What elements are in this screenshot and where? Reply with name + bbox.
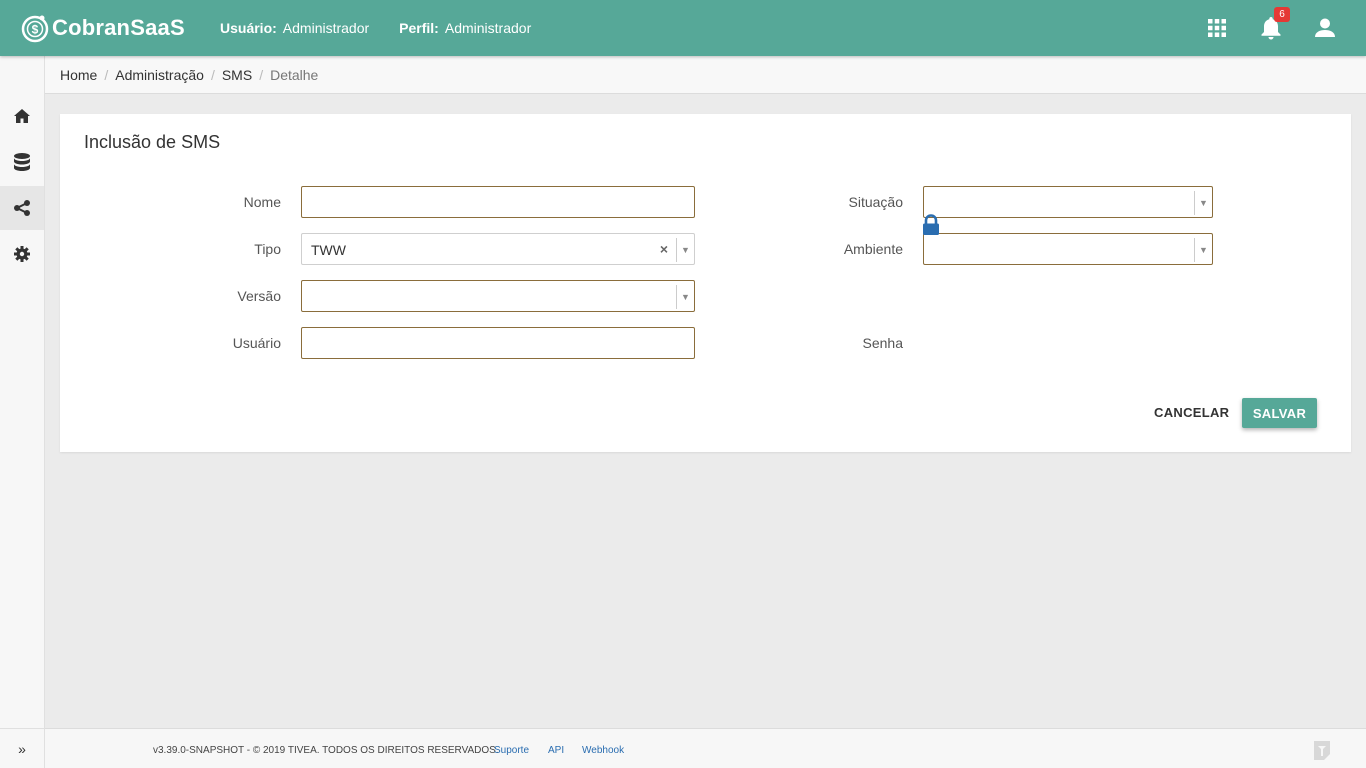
- sidebar-item-settings[interactable]: [0, 232, 44, 276]
- cancel-button[interactable]: CANCELAR: [1142, 397, 1241, 427]
- tipo-select[interactable]: TWW × ▼: [301, 233, 695, 265]
- usuario-field-wrapper: [301, 327, 695, 359]
- footer-link-suporte[interactable]: Suporte: [494, 745, 529, 756]
- user-value: Administrador: [282, 20, 370, 36]
- gear-icon: [14, 246, 30, 262]
- page-title: Inclusão de SMS: [84, 132, 221, 152]
- versao-label: Versão: [237, 288, 281, 304]
- notification-count-badge: 6: [1274, 7, 1290, 22]
- lock-icon[interactable]: [921, 214, 941, 236]
- footer: v3.39.0-SNAPSHOT - © 2019 TIVEA. TODOS O…: [45, 728, 1366, 768]
- app-logo[interactable]: $ CobranSaaS: [20, 12, 185, 44]
- nome-field-wrapper: [301, 186, 695, 218]
- ambiente-select[interactable]: ▼: [923, 233, 1213, 265]
- breadcrumb-home[interactable]: Home: [60, 67, 97, 83]
- breadcrumb-separator: /: [259, 66, 264, 83]
- user-label: Usuário:: [220, 20, 277, 36]
- user-info: Usuário: Administrador Perfil: Administrad…: [220, 20, 531, 36]
- sidebar-item-home[interactable]: [0, 94, 44, 138]
- breadcrumb-administracao[interactable]: Administração: [115, 67, 204, 83]
- nome-label: Nome: [243, 194, 281, 210]
- usuario-label: Usuário: [232, 335, 281, 351]
- user-icon: [1315, 18, 1335, 37]
- tipo-clear-icon[interactable]: ×: [660, 241, 668, 257]
- tivea-logo-icon: [1314, 741, 1330, 760]
- breadcrumb: Home / Administração / SMS / Detalhe: [45, 56, 1366, 94]
- home-icon: [14, 109, 30, 123]
- ambiente-label: Ambiente: [843, 241, 903, 257]
- sidebar-item-share[interactable]: [0, 186, 44, 230]
- breadcrumb-separator: /: [104, 66, 109, 83]
- user-menu-button[interactable]: [1311, 14, 1339, 42]
- apps-grid-button[interactable]: [1203, 14, 1231, 42]
- sidebar: »: [0, 56, 45, 768]
- breadcrumb-detalhe: Detalhe: [270, 66, 319, 83]
- footer-link-webhook[interactable]: Webhook: [582, 745, 624, 756]
- breadcrumb-sms[interactable]: SMS: [222, 67, 252, 83]
- profile-value: Administrador: [444, 20, 532, 36]
- footer-copyright: v3.39.0-SNAPSHOT - © 2019 TIVEA. TODOS O…: [153, 745, 499, 756]
- tipo-selected-value: TWW: [311, 242, 346, 258]
- logo-coin-icon: $: [21, 15, 49, 43]
- breadcrumb-separator: /: [210, 66, 215, 83]
- share-icon: [14, 200, 30, 216]
- user-info-user: Usuário: Administrador: [220, 20, 369, 36]
- chevron-down-icon[interactable]: ▼: [676, 285, 694, 309]
- apps-grid-icon: [1208, 19, 1226, 37]
- sidebar-item-database[interactable]: [0, 140, 44, 184]
- save-button[interactable]: SALVAR: [1242, 398, 1317, 428]
- tipo-label: Tipo: [254, 241, 281, 257]
- sms-form-card: Inclusão de SMS Nome Tipo TWW × ▼ Versão…: [60, 114, 1351, 452]
- situacao-label: Situação: [848, 194, 903, 210]
- nome-input[interactable]: [302, 187, 694, 217]
- database-icon: [14, 153, 30, 171]
- user-info-profile: Perfil: Administrador: [399, 20, 531, 36]
- profile-label: Perfil:: [399, 20, 439, 36]
- chevron-down-icon[interactable]: ▼: [676, 238, 694, 262]
- usuario-input[interactable]: [302, 328, 694, 358]
- chevron-down-icon[interactable]: ▼: [1194, 191, 1212, 215]
- top-bar: $ CobranSaaS Usuário: Administrador Perfi…: [0, 0, 1366, 56]
- senha-label: Senha: [862, 335, 903, 351]
- svg-text:$: $: [32, 23, 39, 37]
- versao-select[interactable]: ▼: [301, 280, 695, 312]
- footer-link-api[interactable]: API: [548, 745, 564, 756]
- situacao-select[interactable]: ▼: [923, 186, 1213, 218]
- chevron-down-icon[interactable]: ▼: [1194, 238, 1212, 262]
- sidebar-expand-button[interactable]: »: [0, 728, 44, 768]
- app-name: CobranSaaS: [52, 15, 185, 40]
